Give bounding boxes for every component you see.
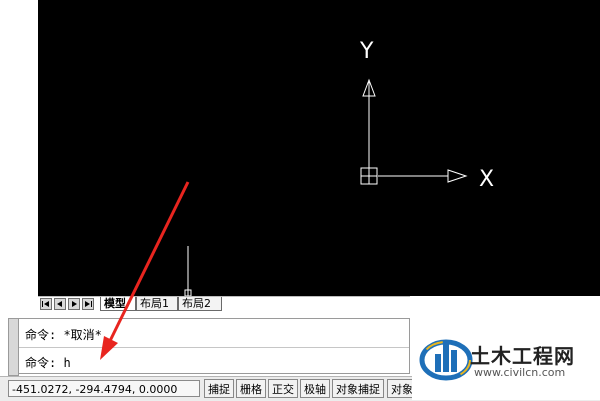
grid-button[interactable]: 栅格 (236, 379, 266, 398)
command-history-line: 命令: *取消* (25, 328, 102, 342)
layout-tab-bar: 模型 布局1 布局2 (38, 296, 410, 313)
tab-layout1[interactable]: 布局1 (136, 297, 178, 311)
last-tab-button[interactable] (82, 298, 94, 310)
y-axis-label: Y (359, 39, 374, 64)
civil-logo-icon (419, 339, 473, 381)
coordinate-readout: -451.0272, -294.4794, 0.0000 (8, 380, 200, 397)
polar-button[interactable]: 极轴 (300, 379, 330, 398)
ortho-button[interactable]: 正交 (268, 379, 298, 398)
prev-icon (57, 301, 62, 307)
drawing-canvas[interactable]: Y X (38, 0, 600, 296)
first-tab-button[interactable] (40, 298, 52, 310)
command-input-line[interactable]: 命令: h (25, 354, 71, 371)
watermark-url: www.civilcn.com (474, 366, 566, 379)
tab-layout2[interactable]: 布局2 (178, 297, 222, 311)
snap-button[interactable]: 捕捉 (204, 379, 234, 398)
tab-model[interactable]: 模型 (100, 297, 136, 311)
next-tab-button[interactable] (68, 298, 80, 310)
command-divider (19, 347, 409, 348)
x-axis-label: X (479, 167, 494, 192)
prev-tab-button[interactable] (54, 298, 66, 310)
last-icon (85, 301, 92, 307)
watermark-title: 土木工程网 (470, 344, 575, 368)
next-icon (72, 301, 77, 307)
site-watermark: 土木工程网 www.civilcn.com (412, 310, 600, 400)
osnap-button[interactable]: 对象捕捉 (332, 379, 384, 398)
command-window[interactable]: 命令: *取消* 命令: h (18, 318, 410, 374)
ucs-icon: Y X (184, 39, 494, 296)
first-icon (42, 301, 49, 307)
